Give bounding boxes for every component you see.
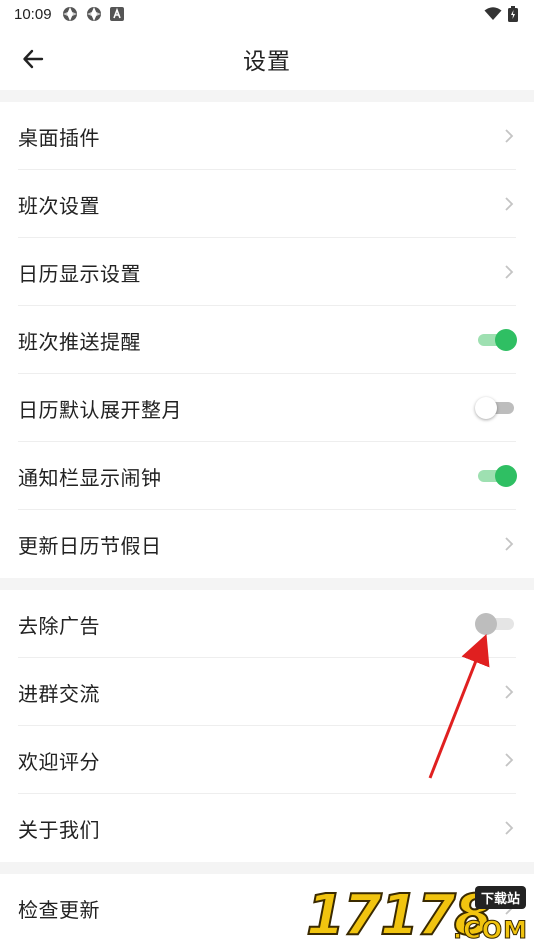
- a-box-icon: [109, 7, 124, 21]
- row-update-holidays[interactable]: 更新日历节假日: [0, 510, 534, 578]
- settings-section-update: 检查更新: [0, 874, 534, 942]
- chevron-right-icon: [502, 535, 516, 553]
- chevron-right-icon: [502, 127, 516, 145]
- status-time: 10:09: [14, 5, 52, 23]
- notification-alarm-toggle[interactable]: [476, 464, 517, 488]
- chevron-right-icon: [502, 899, 516, 917]
- row-shift-push-reminder: 班次推送提醒: [0, 306, 534, 374]
- chevron-right-icon: [502, 751, 516, 769]
- settings-section-general: 桌面插件 班次设置 日历显示设置 班次推送提醒 日历默认展开整月 通知栏显示闹钟…: [0, 102, 534, 578]
- row-calendar-expand-month: 日历默认展开整月: [0, 374, 534, 442]
- row-rate-app[interactable]: 欢迎评分: [0, 726, 534, 794]
- row-notification-alarm: 通知栏显示闹钟: [0, 442, 534, 510]
- shift-push-reminder-toggle[interactable]: [476, 328, 517, 352]
- section-divider: [0, 862, 534, 874]
- remove-ads-toggle[interactable]: [475, 612, 516, 636]
- chevron-right-icon: [502, 683, 516, 701]
- row-label: 去除广告: [18, 613, 100, 638]
- battery-icon: [508, 6, 518, 22]
- shutter-icon: [62, 7, 77, 21]
- wifi-icon: [484, 7, 502, 20]
- arrow-left-icon: [23, 49, 44, 69]
- chevron-right-icon: [502, 263, 516, 281]
- shutter-icon: [86, 7, 101, 21]
- row-calendar-display-settings[interactable]: 日历显示设置: [0, 238, 534, 306]
- row-remove-ads: 去除广告: [0, 590, 534, 658]
- row-desktop-widget[interactable]: 桌面插件: [0, 102, 534, 170]
- row-about-us[interactable]: 关于我们: [0, 794, 534, 862]
- chevron-right-icon: [502, 195, 516, 213]
- app-bar: 设置: [0, 28, 534, 90]
- row-label: 班次推送提醒: [18, 329, 141, 354]
- settings-section-misc: 去除广告 进群交流 欢迎评分 关于我们: [0, 590, 534, 862]
- row-label: 班次设置: [18, 193, 100, 218]
- row-label: 检查更新: [18, 897, 100, 922]
- row-label: 关于我们: [18, 817, 100, 842]
- status-right: [484, 6, 518, 22]
- row-check-update[interactable]: 检查更新: [0, 874, 534, 942]
- row-shift-settings[interactable]: 班次设置: [0, 170, 534, 238]
- page-title: 设置: [243, 49, 291, 75]
- status-left: 10:09: [14, 6, 124, 23]
- row-join-group[interactable]: 进群交流: [0, 658, 534, 726]
- row-label: 日历默认展开整月: [18, 397, 182, 422]
- calendar-expand-month-toggle[interactable]: [475, 396, 516, 420]
- row-label: 日历显示设置: [18, 261, 141, 286]
- row-label: 桌面插件: [18, 125, 100, 150]
- section-divider: [0, 90, 534, 102]
- status-bar: 10:09: [0, 0, 534, 28]
- back-button[interactable]: [18, 44, 48, 74]
- status-notification-icons: [62, 6, 124, 22]
- section-divider: [0, 578, 534, 590]
- row-label: 欢迎评分: [18, 749, 100, 774]
- row-label: 更新日历节假日: [18, 533, 162, 558]
- row-label: 通知栏显示闹钟: [18, 465, 162, 490]
- row-label: 进群交流: [18, 681, 100, 706]
- chevron-right-icon: [502, 819, 516, 837]
